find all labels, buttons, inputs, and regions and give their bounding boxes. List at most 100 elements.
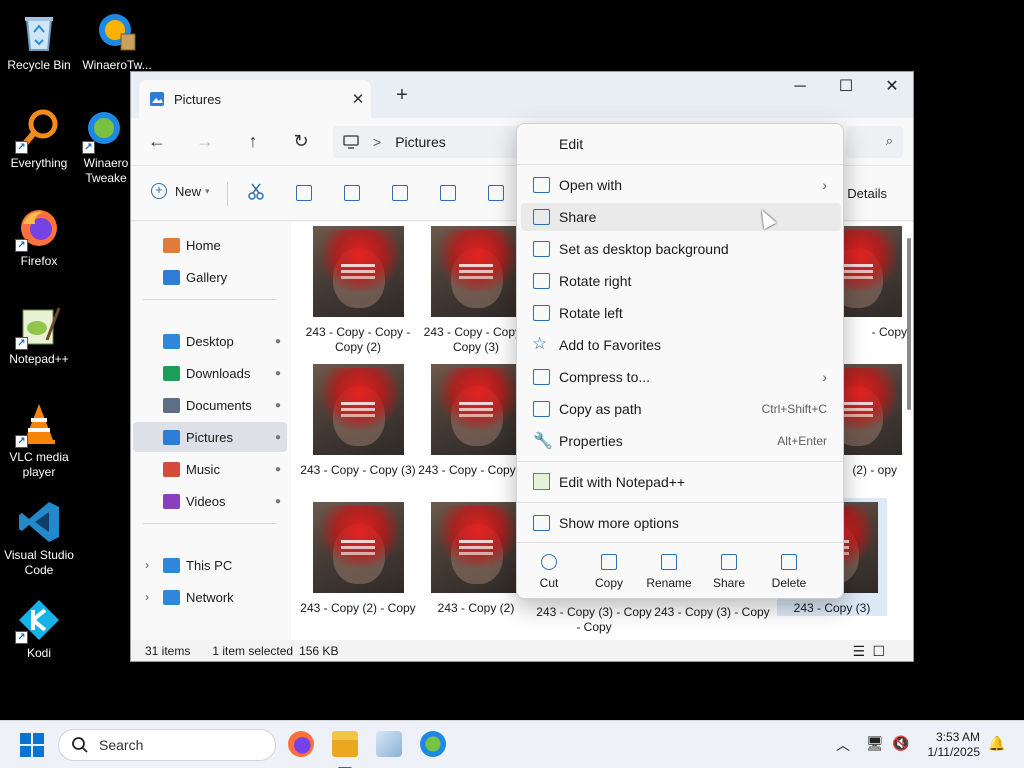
address-location[interactable]: Pictures	[395, 134, 446, 150]
start-button[interactable]	[20, 733, 44, 757]
rename-icon	[661, 554, 677, 570]
search-button[interactable]: ⌕	[847, 126, 903, 158]
desktop-icon-notepadpp[interactable]: ↗ Notepad++	[0, 304, 78, 367]
close-window-button[interactable]: ✕	[869, 74, 913, 104]
winaero-tweaker-icon: ↗	[82, 108, 128, 154]
forward-button[interactable]: →	[191, 130, 219, 154]
desktop-icon-vscode[interactable]: Visual Studio Code	[0, 500, 78, 578]
menu-item-label: Rotate left	[559, 305, 623, 321]
file-thumbnail[interactable]: 243 - Copy - Copy - Copy (2)	[299, 226, 417, 355]
desktop-icon-firefox[interactable]: ↗ Firefox	[0, 206, 78, 269]
sidebar-item-pictures[interactable]: Pictures ●	[133, 422, 287, 452]
desktop-icon-recycle-bin[interactable]: Recycle Bin	[0, 10, 78, 73]
minimize-button[interactable]: ─	[777, 74, 823, 104]
file-thumbnail[interactable]: 243 - Copy (2) - Copy	[299, 502, 417, 616]
tab-pictures[interactable]: Pictures ✕	[139, 80, 371, 118]
sidebar-item-downloads[interactable]: Downloads ●	[133, 358, 287, 388]
tab-close-button[interactable]: ✕	[345, 90, 371, 108]
expand-chevron-icon[interactable]: ›	[145, 590, 149, 604]
sidebar-item-gallery[interactable]: Gallery	[133, 262, 287, 292]
pin-icon[interactable]: ●	[275, 368, 281, 379]
shortcut-text: Ctrl+Shift+C	[761, 402, 827, 416]
taskbar-firefox[interactable]	[288, 731, 314, 757]
context-share-button[interactable]: Share	[701, 554, 757, 590]
context-menu-properties[interactable]: 🔧 Properties Alt+Enter	[521, 427, 841, 455]
context-menu-set-desktop-background[interactable]: Set as desktop background	[521, 235, 841, 263]
sidebar-item-network[interactable]: › Network	[133, 582, 287, 612]
desktop-icon-kodi[interactable]: ↗ Kodi	[0, 598, 78, 661]
network-status-icon[interactable]: 🖥	[866, 735, 884, 752]
taskbar-winaero-tweaker[interactable]	[420, 731, 446, 757]
notepadpp-icon: ↗	[15, 304, 61, 350]
context-rename-button[interactable]: Rename	[641, 554, 697, 590]
file-name: 243 - Copy (3) - Copy	[654, 605, 770, 619]
sidebar-item-desktop[interactable]: Desktop ●	[133, 326, 287, 356]
thumbnail-view-icon[interactable]: ☐	[872, 643, 885, 660]
pin-icon[interactable]: ●	[275, 432, 281, 443]
compress-icon	[533, 369, 550, 385]
desktop-folder-icon	[163, 333, 180, 349]
taskbar-file-explorer[interactable]	[332, 731, 358, 768]
context-menu-open-with[interactable]: Open with ›	[521, 171, 841, 199]
desktop-icon-everything[interactable]: ↗ Everything	[0, 108, 78, 171]
paste-button[interactable]	[339, 182, 365, 206]
sidebar-item-home[interactable]: Home	[133, 230, 287, 260]
back-button[interactable]: ←	[143, 130, 171, 154]
context-menu-add-favorites[interactable]: ☆ Add to Favorites	[521, 331, 841, 359]
context-menu-edit-notepadpp[interactable]: Edit with Notepad++	[521, 468, 841, 496]
pin-icon[interactable]: ●	[275, 464, 281, 475]
new-button[interactable]: + New ▾	[151, 183, 210, 199]
copy-button[interactable]	[291, 182, 317, 206]
sidebar-item-music[interactable]: Music ●	[133, 454, 287, 484]
desktop-icon-label: Notepad++	[9, 352, 69, 366]
action-label: Copy	[594, 576, 623, 590]
context-menu-action-bar: Cut Copy Rename Share Delete	[517, 544, 843, 598]
new-tab-button[interactable]: +	[389, 84, 415, 107]
pin-icon[interactable]: ●	[275, 400, 281, 411]
share-button[interactable]	[435, 182, 461, 206]
context-menu-rotate-right[interactable]: Rotate right	[521, 267, 841, 295]
taskbar-search[interactable]: Search	[58, 729, 276, 761]
pictures-icon	[163, 429, 180, 445]
details-pane-button[interactable]: Details	[847, 186, 887, 201]
maximize-button[interactable]: ☐	[823, 74, 869, 104]
file-thumbnail[interactable]: 243 - Copy (3) - Copy	[653, 600, 771, 640]
file-thumbnail[interactable]: 243 - Copy - Copy (3)	[299, 364, 417, 478]
expand-chevron-icon[interactable]: ›	[145, 558, 149, 572]
context-menu-compress[interactable]: Compress to... ›	[521, 363, 841, 391]
sidebar-item-documents[interactable]: Documents ●	[133, 390, 287, 420]
desktop-icon-winaero-tweaker[interactable]: WinaeroTw...	[78, 10, 156, 73]
image-thumbnail	[312, 502, 404, 593]
firefox-icon: ↗	[15, 206, 61, 252]
sidebar-item-videos[interactable]: Videos ●	[133, 486, 287, 516]
context-menu-show-more-options[interactable]: Show more options	[521, 509, 841, 537]
details-view-icon[interactable]: ☰	[852, 643, 865, 660]
notification-bell-icon[interactable]: 🔔	[988, 735, 1005, 752]
delete-button[interactable]	[483, 182, 509, 206]
desktop-icon-vlc[interactable]: ↗ VLC media player	[0, 402, 78, 480]
rename-button[interactable]	[387, 182, 413, 206]
taskbar-paint[interactable]	[376, 731, 402, 757]
context-menu-edit[interactable]: Edit	[521, 130, 841, 158]
up-button[interactable]: ↑	[239, 130, 267, 154]
context-delete-button[interactable]: Delete	[761, 554, 817, 590]
clock[interactable]: 3:53 AM 1/11/2025	[928, 730, 981, 760]
vertical-scrollbar[interactable]	[907, 238, 911, 410]
refresh-button[interactable]: ↻	[287, 130, 315, 154]
pin-icon[interactable]: ●	[275, 336, 281, 347]
context-menu-share[interactable]: Share	[521, 203, 841, 231]
file-thumbnail[interactable]: 243 - Copy (3) - Copy - Copy	[535, 600, 653, 640]
sidebar-item-this-pc[interactable]: › This PC	[133, 550, 287, 580]
chevron-right-icon: ›	[822, 177, 827, 193]
desktop-icon-winaero-tweaker-2[interactable]: ↗ Winaero Tweake	[76, 108, 136, 186]
volume-muted-icon[interactable]: 🔇	[892, 735, 909, 752]
context-menu-rotate-left[interactable]: Rotate left	[521, 299, 841, 327]
pin-icon[interactable]: ●	[275, 496, 281, 507]
chevron-up-icon[interactable]: ︿	[836, 735, 850, 755]
cut-button[interactable]	[243, 182, 269, 206]
context-cut-button[interactable]: Cut	[521, 554, 577, 590]
menu-item-label: Rotate right	[559, 273, 632, 289]
context-menu-copy-as-path[interactable]: Copy as path Ctrl+Shift+C	[521, 395, 841, 423]
menu-item-label: Copy as path	[559, 401, 642, 417]
context-copy-button[interactable]: Copy	[581, 554, 637, 590]
